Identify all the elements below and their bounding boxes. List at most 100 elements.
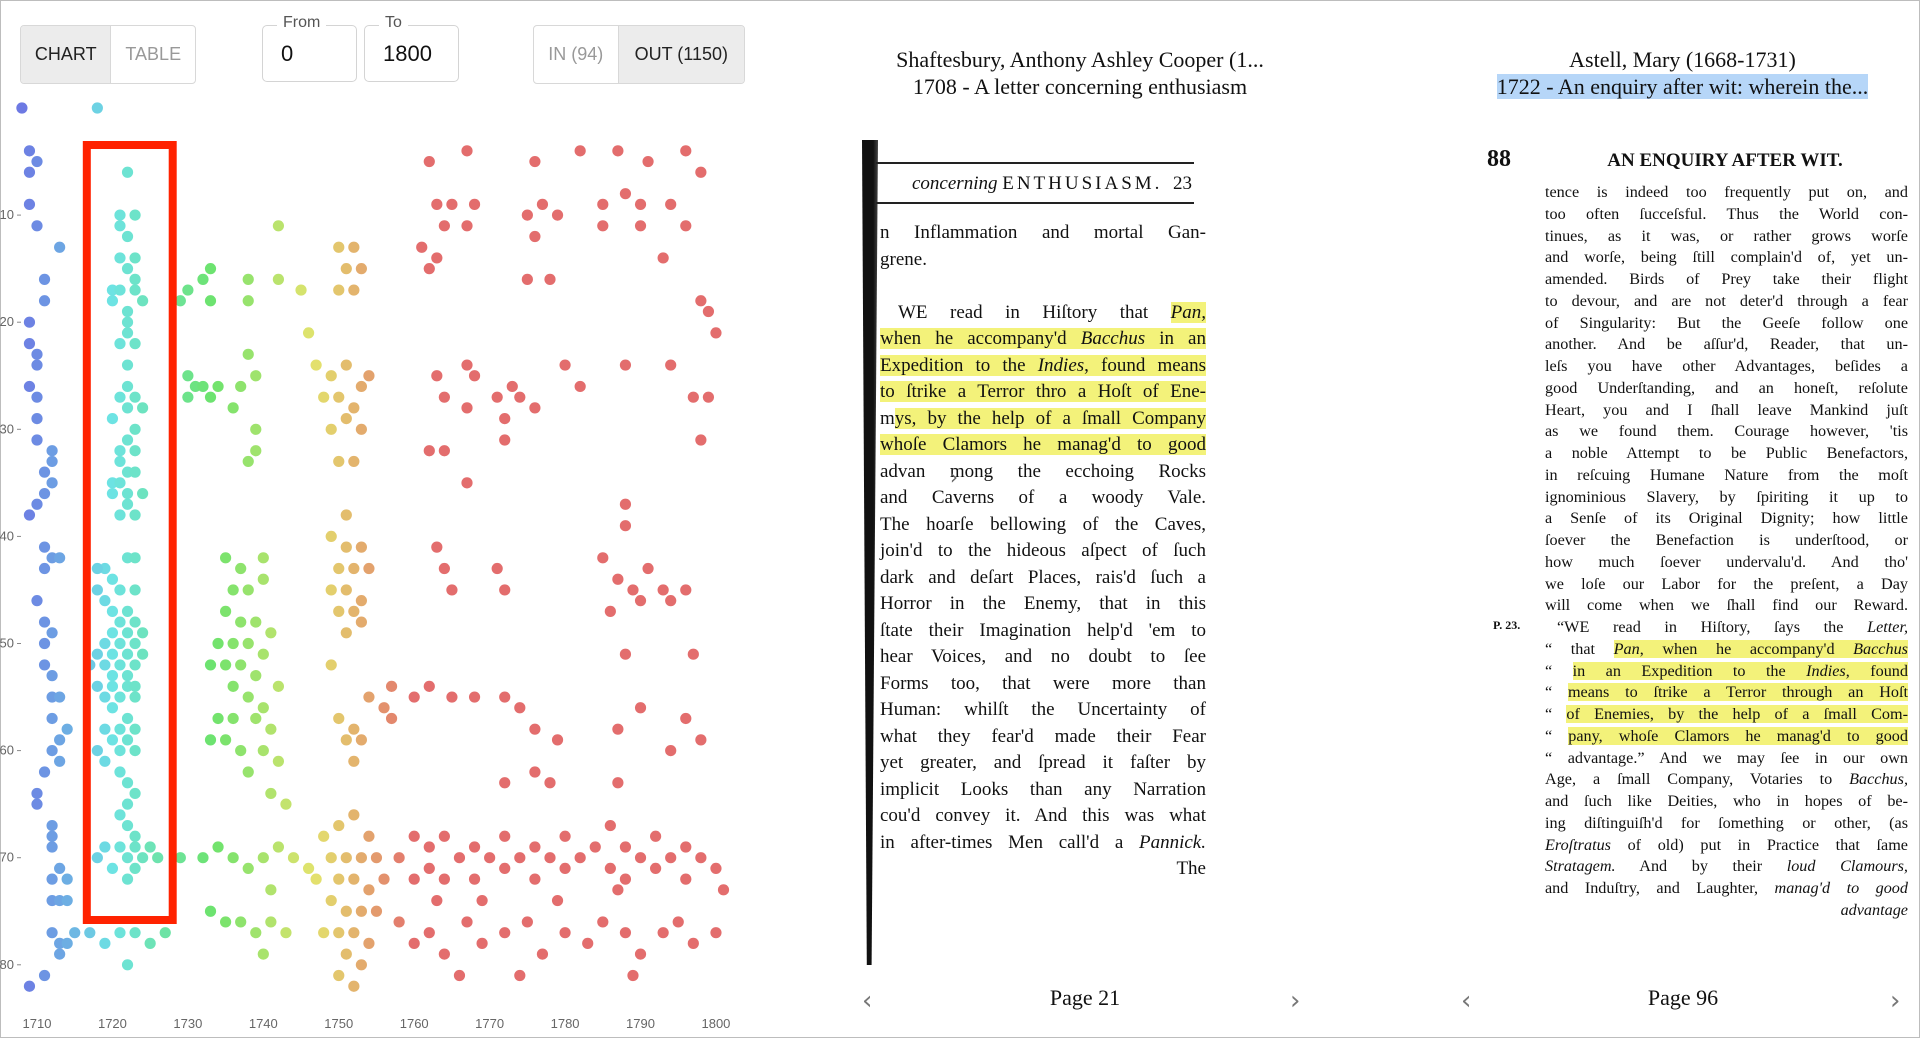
data-point[interactable] [619,841,632,853]
data-point[interactable] [227,402,239,414]
data-point[interactable] [242,637,254,650]
data-point[interactable] [408,691,420,703]
doc1-next-page-button[interactable]: › [1290,986,1300,1016]
data-point[interactable] [529,873,541,885]
data-point[interactable] [634,702,647,714]
data-point[interactable] [106,627,119,639]
data-point[interactable] [333,969,345,982]
data-point[interactable] [559,359,571,371]
data-point[interactable] [506,380,518,393]
data-point[interactable] [325,894,337,907]
data-point[interactable] [227,584,239,596]
data-point[interactable] [129,787,141,800]
data-point[interactable] [106,670,119,682]
doc2-header[interactable]: Astell, Mary (1668-1731) 1722 - An enqui… [1455,46,1910,100]
data-point[interactable] [499,830,511,842]
data-point[interactable] [182,284,194,296]
data-point[interactable] [38,969,51,982]
data-point[interactable] [695,166,707,178]
data-point[interactable] [31,348,43,360]
data-point[interactable] [242,273,254,285]
data-point[interactable] [99,755,111,767]
data-point[interactable] [91,648,103,660]
doc2-prev-page-button[interactable]: ‹ [1461,986,1471,1016]
data-point[interactable] [431,541,443,553]
data-point[interactable] [272,273,285,285]
data-point[interactable] [38,273,51,285]
data-point[interactable] [423,927,435,939]
data-point[interactable] [106,734,119,746]
data-point[interactable] [212,637,224,650]
data-point[interactable] [106,862,119,875]
data-point[interactable] [385,712,398,725]
data-point[interactable] [61,937,73,949]
data-point[interactable] [129,423,141,435]
data-point[interactable] [46,445,58,457]
data-point[interactable] [355,263,367,275]
data-point[interactable] [468,841,481,853]
data-point[interactable] [423,155,435,168]
data-point[interactable] [272,755,285,767]
data-point[interactable] [340,584,352,596]
data-point[interactable] [31,220,43,232]
data-point[interactable] [54,241,66,253]
data-point[interactable] [612,777,624,789]
data-point[interactable] [619,927,632,939]
data-point[interactable] [257,948,269,960]
data-point[interactable] [446,198,458,210]
data-point[interactable] [438,445,450,457]
data-point[interactable] [695,434,707,446]
data-point[interactable] [363,691,375,703]
data-point[interactable] [348,755,360,767]
data-point[interactable] [355,852,367,864]
data-point[interactable] [431,894,443,907]
data-point[interactable] [604,605,616,617]
data-point[interactable] [680,841,692,853]
data-point[interactable] [235,380,247,393]
data-point[interactable] [46,670,58,682]
data-point[interactable] [242,691,254,703]
data-point[interactable] [31,787,43,800]
data-point[interactable] [695,295,707,307]
data-point[interactable] [680,145,692,157]
data-point[interactable] [23,338,36,350]
data-point[interactable] [627,969,639,982]
data-point[interactable] [333,284,345,296]
data-point[interactable] [99,841,111,853]
data-point[interactable] [468,873,481,885]
data-point[interactable] [212,841,224,853]
doc2-next-page-button[interactable]: › [1890,986,1900,1016]
data-point[interactable] [99,637,111,650]
data-point[interactable] [348,455,360,468]
data-point[interactable] [612,884,624,896]
data-point[interactable] [197,380,209,393]
data-point[interactable] [423,263,435,275]
data-point[interactable] [363,884,375,896]
data-point[interactable] [114,616,126,628]
data-point[interactable] [242,455,254,468]
data-point[interactable] [325,852,337,864]
data-point[interactable] [204,734,217,746]
data-point[interactable] [121,777,134,789]
data-point[interactable] [121,402,134,414]
data-point[interactable] [333,562,345,575]
data-point[interactable] [717,884,730,896]
data-point[interactable] [137,648,149,660]
data-point[interactable] [23,145,36,157]
doc1-header[interactable]: Shaftesbury, Anthony Ashley Cooper (1...… [860,46,1300,100]
data-point[interactable] [514,391,526,403]
data-point[interactable] [121,819,134,832]
data-point[interactable] [220,659,232,671]
data-point[interactable] [272,220,285,232]
data-point[interactable] [121,627,134,639]
data-point[interactable] [484,852,496,864]
data-point[interactable] [393,916,405,928]
data-point[interactable] [129,338,141,350]
data-point[interactable] [348,723,360,735]
data-point[interactable] [521,273,533,285]
data-point[interactable] [536,198,549,210]
data-point[interactable] [499,862,511,875]
data-point[interactable] [99,691,111,703]
data-point[interactable] [91,584,103,596]
data-point[interactable] [46,819,58,832]
